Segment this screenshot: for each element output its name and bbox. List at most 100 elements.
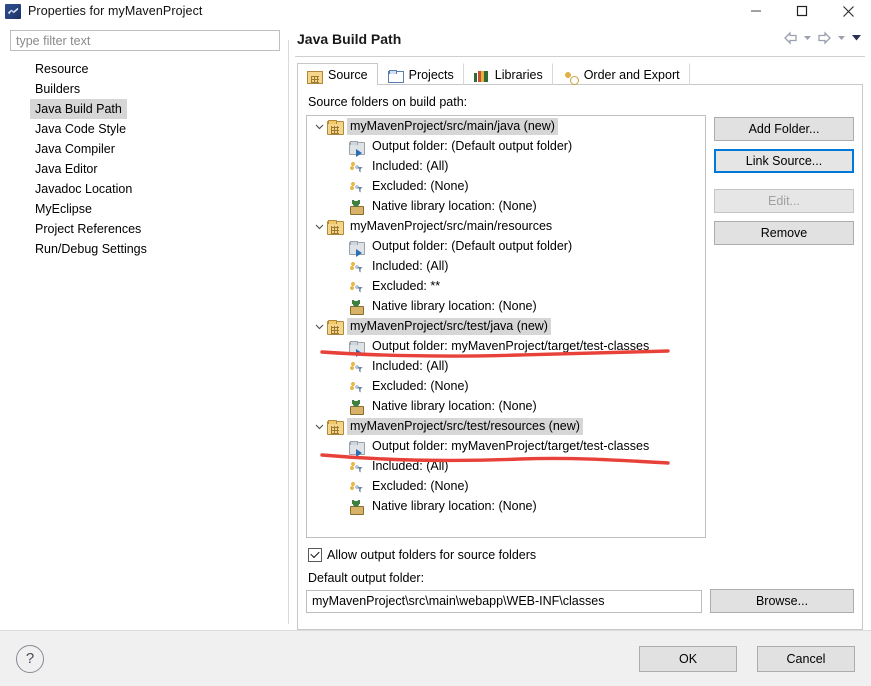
tree-child-label: Output folder: myMavenProject/target/tes… [372, 438, 650, 453]
page-header: Java Build Path [289, 22, 871, 56]
sidebar-item-java-editor[interactable]: Java Editor [30, 159, 103, 179]
browse-button[interactable]: Browse... [710, 589, 854, 613]
tab-libraries[interactable]: Libraries [464, 63, 553, 85]
output-folder-icon [349, 139, 366, 157]
maximize-icon[interactable] [779, 0, 825, 22]
tree-child-label: Included: (All) [372, 358, 449, 373]
tree-child-row[interactable]: Excluded: ** [307, 276, 705, 296]
cancel-button[interactable]: Cancel [757, 645, 855, 672]
order-export-icon [563, 68, 579, 85]
source-folder-icon [327, 419, 344, 435]
chevron-down-icon[interactable] [311, 122, 327, 131]
tree-child-row[interactable]: Included: (All) [307, 456, 705, 476]
native-library-icon [349, 499, 366, 515]
tree-root-label: myMavenProject/src/test/java (new) [347, 317, 551, 335]
tree-child-row[interactable]: Native library location: (None) [307, 296, 705, 316]
filter-input[interactable]: type filter text [10, 30, 280, 51]
allow-output-folders-checkbox[interactable]: Allow output folders for source folders [308, 548, 854, 562]
sidebar-item-java-compiler[interactable]: Java Compiler [30, 139, 120, 159]
inclusion-filter-icon [349, 359, 366, 374]
source-folder-icon [327, 219, 344, 235]
dialog-footer: ? OK Cancel [0, 630, 871, 686]
sidebar-item-run-debug-settings[interactable]: Run/Debug Settings [30, 239, 152, 259]
forward-arrow-icon[interactable] [816, 30, 833, 48]
nav-row: Java Code Style [30, 119, 282, 139]
tree-root-row[interactable]: myMavenProject/src/test/java (new) [307, 316, 705, 336]
view-menu-chevron-down-icon[interactable] [850, 32, 863, 46]
chevron-down-icon[interactable] [311, 222, 327, 231]
build-path-tabs: Source Projects Libraries Order and Expo… [297, 61, 863, 85]
sidebar-item-myeclipse[interactable]: MyEclipse [30, 199, 97, 219]
tree-child-label: Included: (All) [372, 458, 449, 473]
source-tab-panel: Source folders on build path: myMavenPro… [297, 85, 863, 630]
filter-placeholder: type filter text [16, 33, 91, 48]
dialog-body: type filter text Resource Builders Java … [0, 22, 871, 630]
exclusion-filter-icon [349, 479, 366, 494]
link-source-button[interactable]: Link Source... [714, 149, 854, 173]
tree-root-row[interactable]: myMavenProject/src/main/java (new) [307, 116, 705, 136]
minimize-icon[interactable] [733, 0, 779, 22]
back-menu-chevron-down-icon[interactable] [802, 32, 813, 46]
properties-dialog: Properties for myMavenProject type filte… [0, 0, 871, 686]
tab-order-and-export[interactable]: Order and Export [553, 63, 690, 85]
tab-source[interactable]: Source [297, 63, 378, 85]
output-folder-icon [349, 439, 366, 457]
tree-child-row[interactable]: Native library location: (None) [307, 196, 705, 216]
tree-child-row[interactable]: Included: (All) [307, 256, 705, 276]
tree-child-row[interactable]: Output folder: myMavenProject/target/tes… [307, 336, 705, 357]
nav-row: Java Editor [30, 159, 282, 179]
tree-child-row[interactable]: Included: (All) [307, 356, 705, 376]
checkbox-checked-icon[interactable] [308, 548, 322, 562]
tree-child-row[interactable]: Output folder: (Default output folder) [307, 236, 705, 257]
chevron-down-icon[interactable] [311, 322, 327, 331]
tree-child-label: Output folder: (Default output folder) [372, 238, 573, 253]
nav-row: Project References [30, 219, 282, 239]
sidebar-item-java-code-style[interactable]: Java Code Style [30, 119, 131, 139]
settings-page: Java Build Path Source Projects Librarie… [289, 22, 871, 630]
nav-row: MyEclipse [30, 199, 282, 219]
tab-projects-label: Projects [408, 67, 454, 82]
tree-child-row[interactable]: Native library location: (None) [307, 396, 705, 416]
help-icon[interactable]: ? [16, 644, 44, 673]
sidebar-item-project-references[interactable]: Project References [30, 219, 146, 239]
tree-child-label: Output folder: (Default output folder) [372, 138, 573, 153]
tree-action-buttons: Add Folder... Link Source... Edit... Rem… [714, 115, 854, 538]
add-folder-button[interactable]: Add Folder... [714, 117, 854, 141]
tree-child-label: Excluded: ** [372, 278, 441, 293]
default-output-folder-input[interactable]: myMavenProject\src\main\webapp\WEB-INF\c… [306, 589, 702, 613]
tree-child-label: Included: (All) [372, 158, 449, 173]
back-arrow-icon[interactable] [782, 30, 799, 48]
sidebar-item-java-build-path[interactable]: Java Build Path [30, 99, 127, 119]
page-navigation [782, 22, 863, 56]
source-folder-icon [307, 68, 323, 84]
tree-child-row[interactable]: Excluded: (None) [307, 476, 705, 496]
remove-button[interactable]: Remove [714, 221, 854, 245]
nav-row: Java Build Path [30, 99, 282, 119]
close-icon[interactable] [825, 0, 871, 22]
sidebar-item-javadoc-location[interactable]: Javadoc Location [30, 179, 137, 199]
tree-child-row[interactable]: Output folder: myMavenProject/target/tes… [307, 436, 705, 457]
inclusion-filter-icon [349, 259, 366, 274]
tree-child-row[interactable]: Excluded: (None) [307, 376, 705, 396]
sidebar-item-builders[interactable]: Builders [30, 79, 85, 99]
ok-button[interactable]: OK [639, 645, 737, 672]
tree-child-label: Output folder: myMavenProject/target/tes… [372, 338, 650, 353]
tree-child-row[interactable]: Native library location: (None) [307, 496, 705, 516]
tab-projects[interactable]: Projects [378, 63, 464, 85]
chevron-down-icon[interactable] [311, 422, 327, 431]
tree-child-label: Excluded: (None) [372, 478, 469, 493]
tree-child-row[interactable]: Excluded: (None) [307, 176, 705, 196]
tree-root-row[interactable]: myMavenProject/src/main/resources [307, 216, 705, 236]
tree-child-row[interactable]: Included: (All) [307, 156, 705, 176]
sidebar-item-resource[interactable]: Resource [30, 59, 94, 79]
default-output-folder-value: myMavenProject\src\main\webapp\WEB-INF\c… [312, 594, 605, 608]
source-folders-tree[interactable]: myMavenProject/src/main/java (new) Outpu… [306, 115, 706, 538]
tree-root-label: myMavenProject/src/main/resources [350, 218, 553, 233]
forward-menu-chevron-down-icon[interactable] [836, 32, 847, 46]
nav-row: Run/Debug Settings [30, 239, 282, 259]
tree-root-row[interactable]: myMavenProject/src/test/resources (new) [307, 416, 705, 436]
tree-child-label: Native library location: (None) [372, 298, 537, 313]
output-folder-icon [349, 339, 366, 357]
tree-child-row[interactable]: Output folder: (Default output folder) [307, 136, 705, 157]
tree-root-label: myMavenProject/src/main/java (new) [347, 117, 558, 135]
